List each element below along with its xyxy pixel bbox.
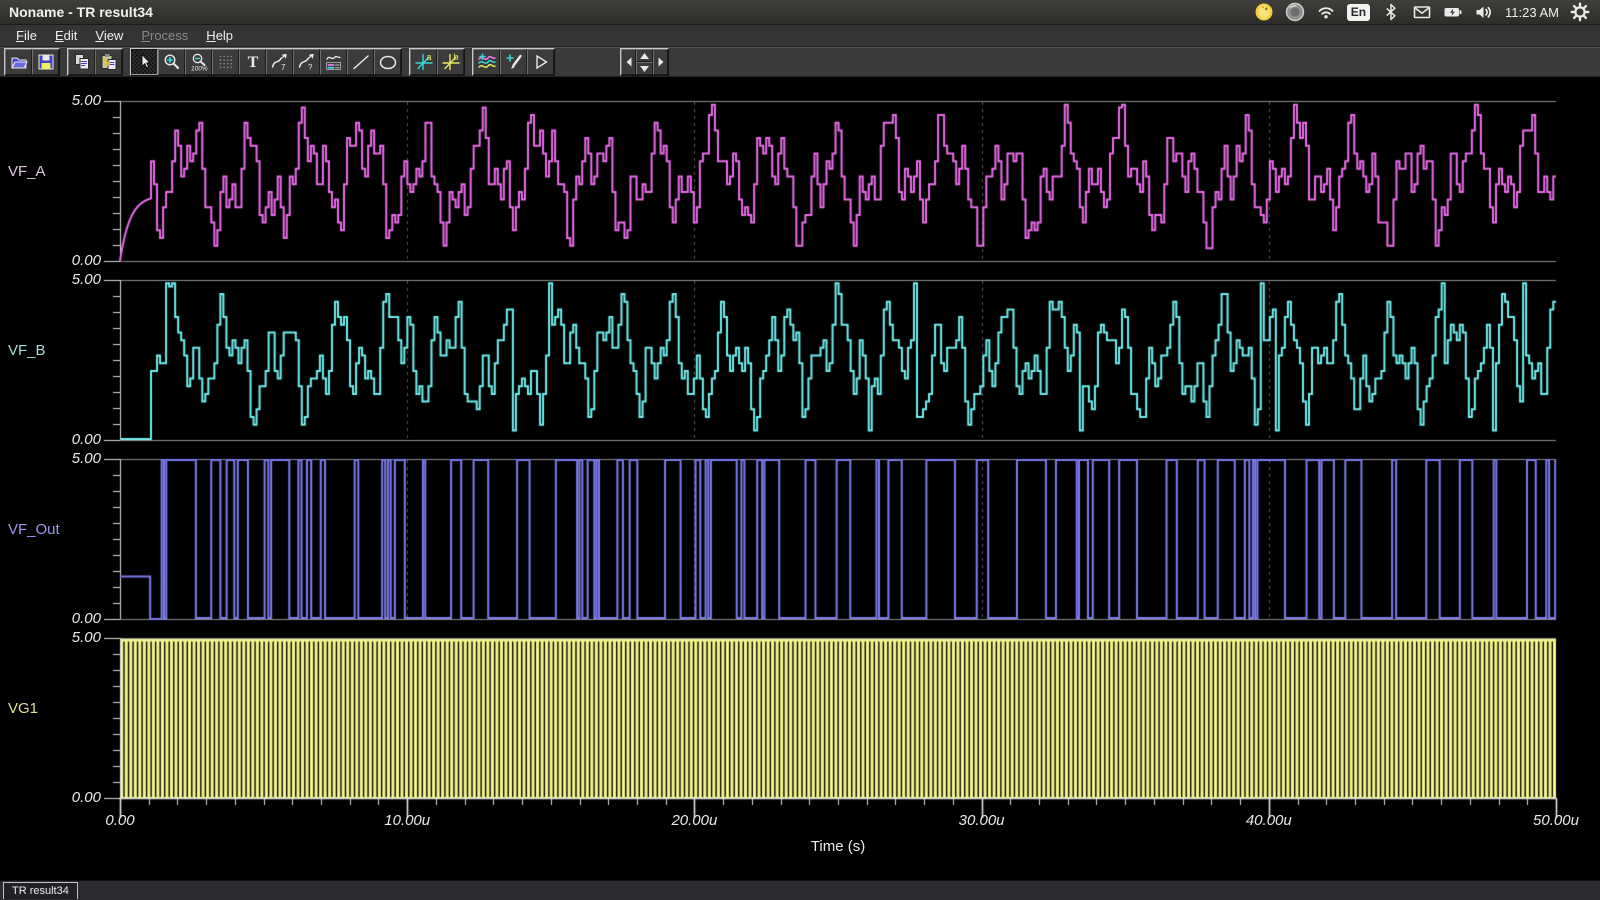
grid-icon — [216, 52, 236, 72]
svg-text:T: T — [247, 54, 258, 71]
mail-icon[interactable] — [1412, 2, 1432, 22]
zoom-in-button[interactable] — [158, 49, 185, 75]
export-curve-b-button[interactable]: ? — [293, 49, 320, 75]
cursor-a-button[interactable]: a — [410, 49, 437, 75]
y-min-label: 0.00 — [0, 610, 101, 627]
channel-label-vf_a: VF_A — [8, 163, 112, 180]
ellipse-tool-icon — [378, 52, 398, 72]
zoom-in-icon — [162, 52, 182, 72]
x-tick-label: 50.00u — [1508, 812, 1600, 829]
system-tray: En 11:23 AM — [1254, 2, 1600, 22]
x-tick-label: 10.00u — [359, 812, 455, 829]
channel-label-vg1: VG1 — [8, 700, 112, 717]
y-min-label: 0.00 — [0, 431, 101, 448]
line-tool-icon — [351, 52, 371, 72]
paste-button[interactable] — [95, 49, 122, 75]
x-tick-label: 30.00u — [934, 812, 1030, 829]
copy-button[interactable] — [68, 49, 95, 75]
x-tick-label: 20.00u — [646, 812, 742, 829]
keyboard-layout-indicator[interactable]: En — [1347, 4, 1370, 21]
save-file-button[interactable] — [32, 49, 59, 75]
y-min-label: 0.00 — [0, 789, 101, 806]
export-curve-b-icon: ? — [297, 52, 317, 72]
tab-tr-result34[interactable]: TR result34 — [3, 882, 78, 899]
application-window: Noname - TR result34 En 11:23 AM FileEdi… — [0, 0, 1600, 900]
paste-icon — [99, 52, 119, 72]
toolbar-group: ab — [409, 48, 465, 76]
curve-legend-button[interactable] — [320, 49, 347, 75]
channel-label-vf_b: VF_B — [8, 342, 112, 359]
cursor-b-icon: b — [441, 52, 461, 72]
x-axis-title: Time (s) — [758, 838, 918, 855]
y-min-label: 0.00 — [0, 252, 101, 269]
nav-left-button[interactable] — [621, 49, 636, 75]
session-sphere-icon[interactable] — [1285, 2, 1305, 22]
select-cursor-icon — [135, 52, 155, 72]
probe-icon — [504, 52, 524, 72]
wifi-icon[interactable] — [1316, 2, 1336, 22]
volume-icon[interactable] — [1474, 2, 1494, 22]
x-tick-label: 0.00 — [72, 812, 168, 829]
svg-text:7: 7 — [281, 63, 286, 72]
toolbar-group — [4, 48, 60, 76]
messenger-icon[interactable] — [1254, 2, 1274, 22]
cursor-b-button[interactable]: b — [437, 49, 464, 75]
process-curves-button[interactable] — [473, 49, 500, 75]
nav-spinner — [636, 49, 653, 75]
y-max-label: 5.00 — [0, 92, 101, 109]
zoom-normal-icon: 100% — [189, 52, 209, 72]
export-curve-a-button[interactable]: 7 — [266, 49, 293, 75]
select-cursor-button[interactable] — [131, 49, 158, 75]
run-icon — [531, 52, 551, 72]
text-tool-icon: T — [243, 52, 263, 72]
window-title: Noname - TR result34 — [0, 4, 153, 20]
nav-group — [620, 48, 669, 76]
bluetooth-icon[interactable] — [1381, 2, 1401, 22]
ellipse-tool-button[interactable] — [374, 49, 401, 75]
svg-text:?: ? — [308, 63, 313, 72]
text-tool-button[interactable]: T — [239, 49, 266, 75]
toolbar-group — [472, 48, 555, 76]
menu-help[interactable]: Help — [197, 26, 242, 45]
y-max-label: 5.00 — [0, 629, 101, 646]
run-button[interactable] — [527, 49, 554, 75]
svg-text:b: b — [453, 52, 458, 62]
statusbar: TR result34 — [0, 880, 1600, 900]
x-tick-label: 40.00u — [1221, 812, 1317, 829]
toolbar-group: 100% T 7? — [130, 48, 402, 76]
spinner-down-button[interactable] — [636, 62, 653, 75]
open-file-button[interactable] — [5, 49, 32, 75]
copy-icon — [72, 52, 92, 72]
line-tool-button[interactable] — [347, 49, 374, 75]
battery-icon[interactable] — [1443, 2, 1463, 22]
menubar: FileEditViewProcessHelp — [0, 25, 1600, 47]
power-gear-icon[interactable] — [1570, 2, 1590, 22]
menu-edit[interactable]: Edit — [46, 26, 86, 45]
cursor-a-icon: a — [414, 52, 434, 72]
nav-right-button[interactable] — [653, 49, 668, 75]
process-curves-icon — [477, 52, 497, 72]
y-max-label: 5.00 — [0, 271, 101, 288]
svg-text:a: a — [426, 52, 431, 62]
channel-label-vf_out: VF_Out — [8, 521, 112, 538]
y-max-label: 5.00 — [0, 450, 101, 467]
clock-label[interactable]: 11:23 AM — [1505, 5, 1559, 20]
toolbar-group — [67, 48, 123, 76]
svg-text:100%: 100% — [191, 66, 208, 73]
open-file-icon — [9, 52, 29, 72]
menu-view[interactable]: View — [86, 26, 132, 45]
export-curve-a-icon: 7 — [270, 52, 290, 72]
save-file-icon — [36, 52, 56, 72]
probe-button[interactable] — [500, 49, 527, 75]
toolbar: 100%T7?ab — [0, 47, 1600, 77]
waveform-plot-area[interactable] — [0, 0, 1600, 900]
menu-file[interactable]: File — [7, 26, 46, 45]
titlebar: Noname - TR result34 En 11:23 AM — [0, 0, 1600, 25]
grid-button — [212, 49, 239, 75]
curve-legend-icon — [324, 52, 344, 72]
spinner-up-button[interactable] — [636, 49, 653, 62]
menu-process: Process — [132, 26, 197, 45]
zoom-normal-button[interactable]: 100% — [185, 49, 212, 75]
